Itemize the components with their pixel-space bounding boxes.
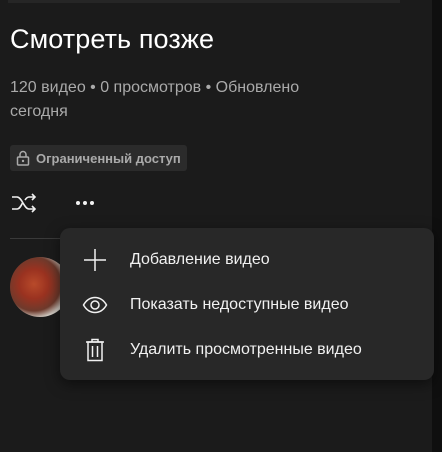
trash-icon [82, 337, 108, 363]
menu-item-show-unavailable[interactable]: Показать недоступные видео [60, 283, 434, 327]
playlist-meta: 120 видео • 0 просмотров • Обновлено сег… [10, 79, 300, 120]
playlist-title: Смотреть позже [10, 24, 215, 54]
lock-icon [16, 150, 30, 166]
menu-item-label: Показать недоступные видео [130, 296, 349, 313]
content-edge [432, 0, 442, 452]
privacy-badge-label: Ограниченный доступ [36, 150, 181, 166]
menu-item-label: Удалить просмотренные видео [130, 341, 362, 358]
playlist-header-panel [0, 0, 432, 452]
privacy-badge: Ограниченный доступ [10, 145, 187, 171]
more-options-menu: Добавление видео Показать недоступные ви… [60, 228, 434, 380]
menu-item-add-videos[interactable]: Добавление видео [60, 238, 434, 282]
shuffle-button[interactable] [9, 188, 39, 218]
shuffle-icon [10, 191, 38, 215]
menu-item-label: Добавление видео [130, 251, 270, 268]
eye-icon [82, 292, 108, 318]
more-options-button[interactable] [70, 188, 100, 218]
plus-icon [82, 247, 108, 273]
more-horizontal-icon [73, 199, 97, 207]
menu-item-remove-watched[interactable]: Удалить просмотренные видео [60, 328, 434, 372]
thumbnail-bottom-edge [8, 0, 400, 3]
